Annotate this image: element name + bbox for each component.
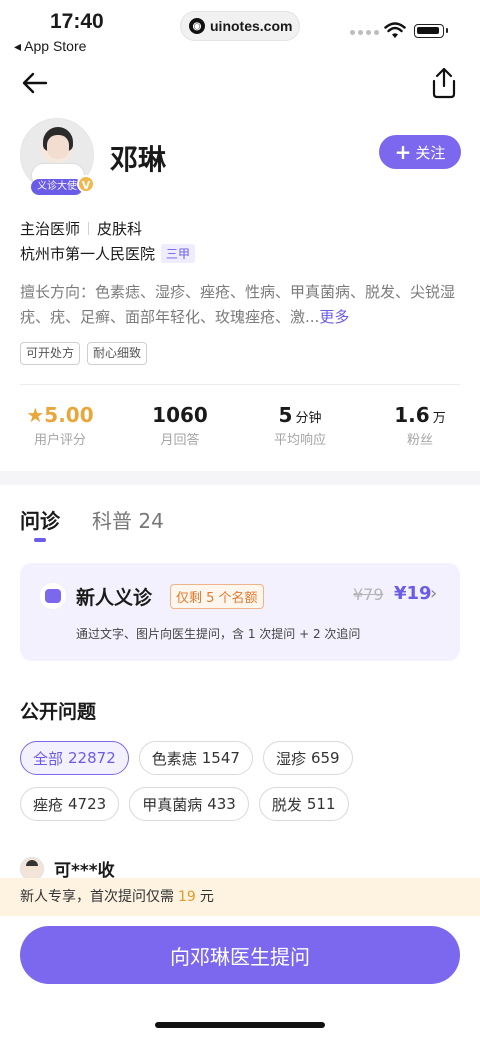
- doctor-title: 主治医师: [20, 219, 81, 238]
- filter-onychomycosis[interactable]: 甲真菌病 433: [129, 787, 249, 821]
- doctor-tag: 可开处方: [20, 342, 81, 365]
- back-to-app-store[interactable]: ◂ App Store: [14, 38, 86, 55]
- public-questions-title: 公开问题: [20, 701, 97, 723]
- specialty-more-link[interactable]: 更多: [319, 308, 349, 326]
- stat-unit: 分钟: [295, 411, 322, 426]
- user-avatar: [20, 856, 44, 881]
- question-filters: 全部 22872 色素痣 1547 湿疹 659 痤疮 4723 甲真菌病 433 脱发 5…: [20, 741, 460, 821]
- hospital-grade-badge: 三甲: [161, 243, 196, 263]
- tab-consult[interactable]: 问诊: [20, 505, 60, 557]
- tab-bar: 问诊 科普 24: [0, 485, 480, 557]
- doctor-department: 皮肤科: [97, 219, 143, 238]
- stat-rating: ★5.00 用户评分: [0, 401, 120, 453]
- filter-count: 22872: [68, 749, 116, 767]
- filter-label: 甲真菌病: [142, 795, 203, 814]
- rating-value: 5.00: [44, 403, 94, 427]
- promo-description: 通过文字、图片向医生提问，含 1 次提问 + 2 次追问: [76, 627, 361, 641]
- status-time: 17:40: [50, 10, 104, 33]
- new-user-promo-card[interactable]: 新人义诊 仅剩 5 个名额 ¥79 ¥19 › 通过文字、图片向医生提问，含 1…: [20, 563, 460, 661]
- stat-response-time: 5 分钟 平均响应: [240, 401, 360, 453]
- doctor-profile-header: 义诊大使 V 邓琳 + 关注: [0, 118, 480, 216]
- notice-amount: 19: [178, 889, 196, 905]
- battery-icon: [414, 24, 448, 38]
- filter-label: 色素痣: [151, 749, 197, 768]
- promo-original-price: ¥79: [353, 585, 384, 604]
- divider: [20, 384, 460, 385]
- stat-label: 粉丝: [406, 433, 433, 448]
- filter-count: 433: [207, 795, 236, 813]
- site-logo-icon: ◉: [189, 18, 205, 34]
- filter-count: 1547: [201, 749, 240, 767]
- filter-count: 659: [310, 749, 340, 767]
- back-arrow-icon[interactable]: [20, 68, 50, 98]
- nav-bar: [0, 58, 480, 118]
- notice-suffix: 元: [199, 889, 214, 905]
- url-text: uinotes.com: [210, 18, 293, 34]
- follow-label: 关注: [415, 143, 446, 162]
- filter-label: 痤疮: [33, 795, 64, 814]
- specialty-body: 擅长方向：色素痣、湿疹、痤疮、性病、甲真菌病、脱发、尖锐湿疣、疣、足癣、面部年轻…: [20, 283, 456, 326]
- divider: [88, 221, 90, 235]
- stat-value: 5: [278, 403, 293, 427]
- stat-label: 用户评分: [33, 433, 86, 448]
- signal-icon: [350, 30, 379, 35]
- filter-acne[interactable]: 痤疮 4723: [20, 787, 120, 821]
- follow-button[interactable]: + 关注: [379, 135, 461, 169]
- chevron-right-icon: ›: [430, 583, 438, 604]
- avatar-tag: 义诊大使: [31, 179, 83, 195]
- verified-icon: V: [77, 175, 95, 193]
- notice-prefix: 新人专享，首次提问仅需: [20, 889, 174, 905]
- stat-label: 平均响应: [273, 433, 326, 448]
- filter-eczema[interactable]: 湿疹 659: [262, 741, 353, 775]
- hospital-line: 杭州市第一人民医院 三甲: [20, 240, 460, 266]
- filter-count: 511: [306, 795, 336, 813]
- stat-value: 1060: [152, 403, 208, 427]
- stat-label: 月回答: [160, 433, 200, 448]
- new-user-notice: 新人专享，首次提问仅需 19 元: [0, 878, 480, 916]
- promo-title: 新人义诊: [76, 587, 153, 609]
- specialty-text: 擅长方向：色素痣、湿疹、痤疮、性病、甲真菌病、脱发、尖锐湿疣、疣、足癣、面部年轻…: [20, 280, 460, 334]
- stat-monthly-answers: 1060 月回答: [120, 401, 240, 453]
- filter-label: 湿疹: [275, 749, 306, 768]
- hospital-name[interactable]: 杭州市第一人民医院: [20, 243, 155, 264]
- share-icon[interactable]: [428, 66, 460, 100]
- filter-pigmented-nevus[interactable]: 色素痣 1547: [138, 741, 253, 775]
- stat-followers: 1.6 万 粉丝: [360, 401, 480, 453]
- wifi-icon: [384, 22, 406, 38]
- filter-all[interactable]: 全部 22872: [20, 741, 129, 775]
- status-bar: 17:40 ◂ App Store ◉ uinotes.com: [0, 0, 480, 58]
- doctor-tags: 可开处方 耐心细致: [20, 342, 460, 370]
- filter-count: 4723: [68, 795, 107, 813]
- filter-label: 脱发: [271, 795, 302, 814]
- chat-icon: [40, 583, 66, 609]
- stats-row: ★5.00 用户评分 1060 月回答 5 分钟 平均响应 1.6 万 粉丝: [0, 401, 480, 453]
- promo-price: ¥19: [394, 583, 432, 604]
- home-indicator: [155, 1022, 325, 1028]
- doctor-name: 邓琳: [110, 143, 167, 176]
- filter-hair-loss[interactable]: 脱发 511: [258, 787, 349, 821]
- plus-icon: +: [394, 140, 412, 164]
- section-separator: [0, 471, 480, 485]
- ask-doctor-button[interactable]: 向邓琳医生提问: [20, 926, 460, 984]
- filter-label: 全部: [33, 749, 64, 768]
- doctor-tag: 耐心细致: [87, 342, 148, 365]
- stat-value: 1.6: [394, 403, 430, 427]
- doctor-avatar: 义诊大使 V: [20, 118, 95, 195]
- tab-articles[interactable]: 科普 24: [92, 505, 164, 557]
- star-icon: ★: [26, 403, 45, 427]
- url-pill[interactable]: ◉ uinotes.com: [180, 11, 300, 41]
- doctor-title-line: 主治医师 皮肤科: [20, 216, 460, 240]
- promo-limit-badge: 仅剩 5 个名额: [170, 584, 264, 609]
- stat-unit: 万: [432, 411, 446, 426]
